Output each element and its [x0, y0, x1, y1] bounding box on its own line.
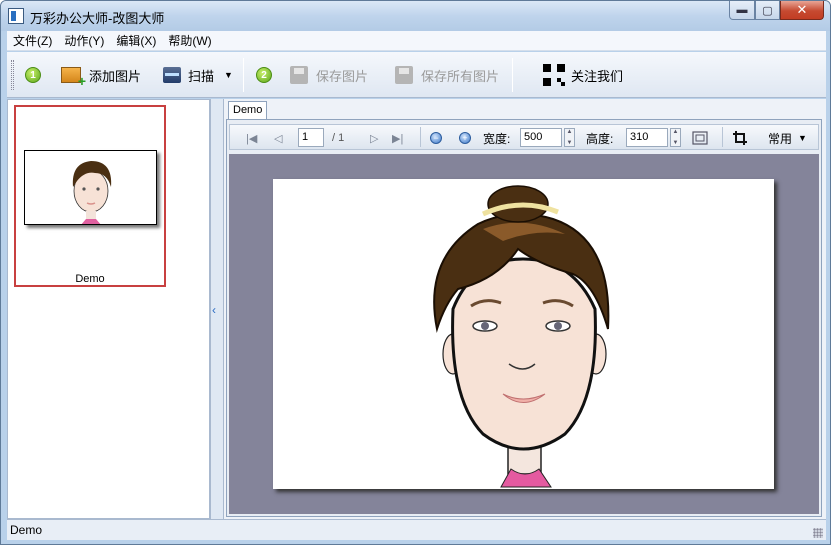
status-text: Demo: [10, 523, 43, 537]
save-all-button[interactable]: 保存所有图片: [395, 62, 499, 88]
zoom-in-icon: +: [459, 132, 471, 144]
width-input[interactable]: 500: [520, 128, 562, 147]
tab-demo[interactable]: Demo: [228, 101, 268, 119]
viewer-toolbar: |◀ ◁ 1 / 1 ▷ ▶| − + 宽度: 500 ▲ ▼ 高度: 310 ▲…: [229, 124, 819, 150]
scanner-icon: [163, 67, 181, 83]
zoom-out-button[interactable]: −: [430, 129, 442, 147]
panel-splitter[interactable]: ‹: [210, 99, 224, 519]
preset-label: 常用: [768, 131, 793, 146]
width-spinner[interactable]: ▲ ▼: [564, 128, 575, 147]
first-page-icon[interactable]: |◀: [246, 129, 257, 147]
face-thumbnail-illustration: [25, 151, 156, 224]
thumbnail-panel: Demo: [7, 99, 210, 519]
page-total: / 1: [332, 132, 345, 144]
add-image-icon: [61, 67, 86, 89]
scan-label: 扫描: [188, 68, 215, 84]
window-controls: ▬ ▢ ✕: [729, 1, 824, 21]
save-all-label: 保存所有图片: [421, 68, 500, 84]
face-illustration: [273, 179, 774, 489]
close-button[interactable]: ✕: [780, 1, 824, 20]
width-label: 宽度:: [483, 131, 511, 146]
image-canvas[interactable]: [229, 154, 819, 514]
app-icon: [8, 8, 24, 24]
prev-page-icon[interactable]: ◁: [274, 129, 282, 147]
window-title: 万彩办公大师-改图大师: [30, 11, 165, 26]
save-icon: [290, 66, 308, 84]
page-number-input[interactable]: 1: [298, 128, 324, 147]
thumbnail-label: Demo: [75, 273, 105, 285]
crop-icon[interactable]: [732, 129, 748, 147]
preset-dropdown[interactable]: 常用 ▼: [768, 129, 807, 147]
menu-action[interactable]: 动作(Y): [58, 31, 110, 51]
menu-edit[interactable]: 编辑(X): [110, 31, 162, 51]
main-toolbar: 1 添加图片 扫描 ▼ 2 保存图片 保存所有图片 关注我们: [7, 52, 826, 98]
menu-help[interactable]: 帮助(W): [162, 31, 217, 51]
qr-code-icon: [543, 64, 565, 86]
menu-file[interactable]: 文件(Z): [7, 31, 58, 51]
viewer-separator: [420, 127, 421, 147]
height-label: 高度:: [586, 131, 614, 146]
chevron-left-icon[interactable]: ‹: [212, 303, 216, 317]
fit-size-icon[interactable]: [692, 129, 708, 147]
viewer-frame: |◀ ◁ 1 / 1 ▷ ▶| − + 宽度: 500 ▲ ▼ 高度: 310 ▲…: [226, 119, 822, 517]
zoom-in-button[interactable]: +: [459, 129, 471, 147]
add-image-button[interactable]: 添加图片: [61, 62, 142, 89]
next-page-icon[interactable]: ▷: [370, 129, 378, 147]
minimize-button[interactable]: ▬: [729, 1, 755, 20]
scan-button[interactable]: 扫描 ▼: [163, 62, 233, 88]
follow-us-label: 关注我们: [571, 68, 624, 84]
step-1-badge: 1: [25, 62, 41, 88]
follow-us-button[interactable]: 关注我们: [543, 62, 623, 88]
chevron-down-icon: ▼: [798, 133, 807, 143]
height-spinner[interactable]: ▲ ▼: [670, 128, 681, 147]
zoom-out-icon: −: [430, 132, 442, 144]
step-2-badge: 2: [256, 62, 272, 88]
add-image-label: 添加图片: [89, 68, 142, 84]
chevron-down-icon[interactable]: ▼: [224, 70, 233, 80]
app-window: 万彩办公大师-改图大师 ▬ ▢ ✕ 文件(Z) 动作(Y) 编辑(X) 帮助(W…: [0, 0, 831, 545]
step-1-icon: 1: [25, 67, 41, 83]
status-bar: Demo: [7, 519, 826, 540]
viewer-separator: [722, 127, 723, 147]
maximize-button[interactable]: ▢: [755, 1, 780, 20]
last-page-icon[interactable]: ▶|: [392, 129, 403, 147]
save-image-button[interactable]: 保存图片: [290, 62, 368, 88]
thumbnail-image: [24, 150, 157, 225]
toolbar-separator: [512, 58, 513, 92]
title-bar: 万彩办公大师-改图大师 ▬ ▢ ✕: [1, 1, 830, 31]
toolbar-grip[interactable]: [11, 60, 14, 90]
viewer-panel: Demo |◀ ◁ 1 / 1 ▷ ▶| − + 宽度: 500 ▲▼ 高度:: [224, 99, 826, 519]
save-image-label: 保存图片: [316, 68, 369, 84]
image-preview: [273, 179, 774, 489]
resize-grip-icon[interactable]: [813, 528, 823, 538]
step-2-icon: 2: [256, 67, 272, 83]
thumbnail-item[interactable]: Demo: [14, 105, 166, 287]
toolbar-separator: [243, 58, 244, 92]
save-all-icon: [395, 66, 413, 84]
height-input[interactable]: 310: [626, 128, 668, 147]
menu-bar: 文件(Z) 动作(Y) 编辑(X) 帮助(W): [7, 31, 826, 51]
